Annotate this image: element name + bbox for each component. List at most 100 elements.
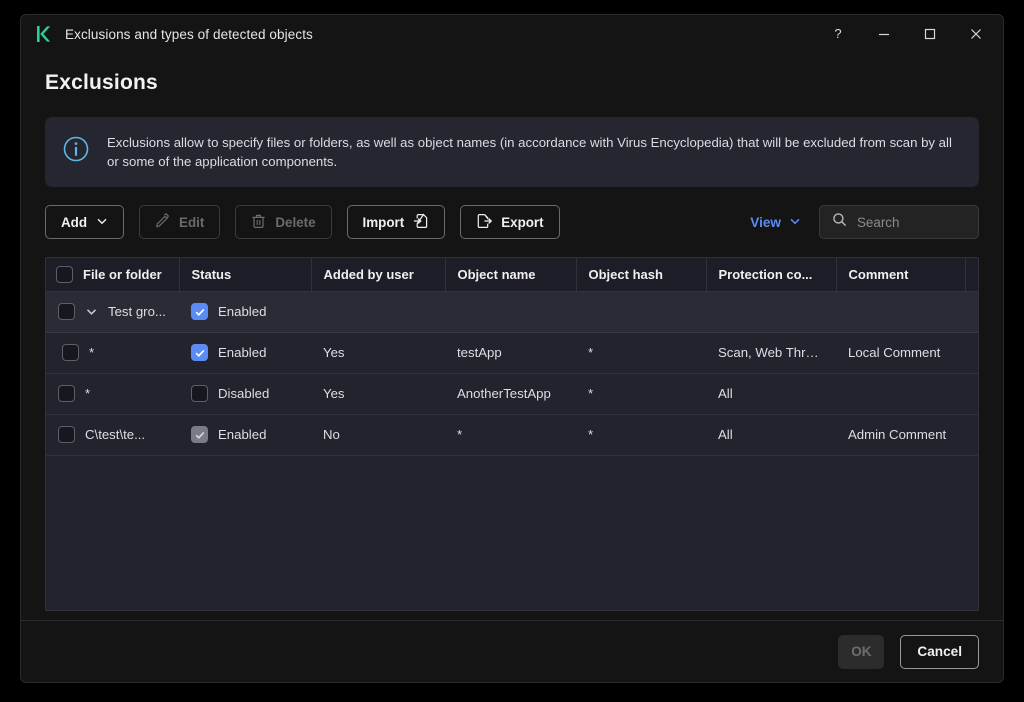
trash-icon (251, 213, 266, 232)
status-label: Enabled (218, 304, 266, 319)
maximize-icon[interactable] (907, 16, 953, 52)
cell-object-name: * (445, 414, 576, 455)
cell-text: * (85, 386, 90, 401)
cell-extra (965, 414, 979, 455)
cell-added-by-user (311, 291, 445, 332)
status-label: Enabled (218, 345, 266, 360)
chevron-down-icon (789, 215, 801, 230)
cell-comment (836, 291, 965, 332)
help-icon[interactable]: ? (815, 16, 861, 52)
exclusions-dialog: Exclusions and types of detected objects… (20, 14, 1004, 683)
status-checkbox[interactable] (191, 385, 208, 402)
view-dropdown[interactable]: View (750, 215, 801, 230)
view-dropdown-label: View (750, 215, 781, 230)
edit-button-label: Edit (179, 215, 204, 230)
chevron-down-icon[interactable] (85, 305, 98, 318)
cell-status: Disabled (179, 373, 311, 414)
import-button-label: Import (363, 215, 405, 230)
cell-object-name (445, 291, 576, 332)
search-box[interactable] (819, 205, 979, 239)
cell-extra (965, 291, 979, 332)
row-select-checkbox[interactable] (58, 426, 75, 443)
status-checkbox (191, 426, 208, 443)
cell-text: C\test\te... (85, 427, 145, 442)
cell-status: Enabled (179, 332, 311, 373)
svg-text:?: ? (834, 27, 841, 41)
cell-added-by-user: No (311, 414, 445, 455)
cell-comment: Local Comment (836, 332, 965, 373)
toolbar: Add Edit (45, 205, 979, 239)
export-icon (476, 213, 492, 232)
cell-object-hash: * (576, 414, 706, 455)
column-header-comment[interactable]: Comment (836, 258, 965, 291)
chevron-down-icon (96, 215, 108, 230)
row-select-checkbox[interactable] (58, 385, 75, 402)
row-select-checkbox[interactable] (58, 303, 75, 320)
column-header-added-by-user[interactable]: Added by user (311, 258, 445, 291)
title-bar: Exclusions and types of detected objects… (21, 15, 1003, 53)
column-label: File or folder (83, 267, 162, 282)
close-icon[interactable] (953, 16, 999, 52)
cell-object-name: AnotherTestApp (445, 373, 576, 414)
select-all-checkbox[interactable] (56, 266, 73, 283)
cell-object-hash: * (576, 332, 706, 373)
dialog-footer: OK Cancel (21, 620, 1003, 682)
kaspersky-k-logo-icon (33, 23, 55, 45)
search-input[interactable] (857, 215, 966, 230)
window-controls: ? (815, 15, 999, 53)
cell-file-or-folder: * (46, 332, 179, 373)
cell-protection-components: All (706, 414, 836, 455)
delete-button-label: Delete (275, 215, 315, 230)
add-button[interactable]: Add (45, 205, 124, 239)
row-select-checkbox[interactable] (62, 344, 79, 361)
table-row[interactable]: Test gro... Enabled (46, 291, 979, 332)
column-header-object-name[interactable]: Object name (445, 258, 576, 291)
delete-button[interactable]: Delete (235, 205, 331, 239)
cell-text: * (89, 345, 94, 360)
status-checkbox[interactable] (191, 344, 208, 361)
cell-file-or-folder: C\test\te... (46, 414, 179, 455)
status-checkbox[interactable] (191, 303, 208, 320)
cell-comment (836, 373, 965, 414)
column-header-protection-components[interactable]: Protection co... (706, 258, 836, 291)
table-header-row: File or folder Status Added by user Obje… (46, 258, 979, 291)
export-button[interactable]: Export (460, 205, 559, 239)
window-title: Exclusions and types of detected objects (65, 27, 313, 42)
cell-comment: Admin Comment (836, 414, 965, 455)
cell-status: Enabled (179, 414, 311, 455)
cell-protection-components: Scan, Web Threa... (706, 332, 836, 373)
info-banner-text: Exclusions allow to specify files or fol… (107, 133, 961, 171)
cell-object-hash (576, 291, 706, 332)
column-header-file-or-folder[interactable]: File or folder (46, 258, 179, 291)
cell-protection-components (706, 291, 836, 332)
cell-status: Enabled (179, 291, 311, 332)
table-row[interactable]: C\test\te... Enabled No (46, 414, 979, 455)
column-header-status[interactable]: Status (179, 258, 311, 291)
dialog-content: Exclusions Exclusions allow to specify f… (21, 53, 1003, 620)
status-label: Enabled (218, 427, 266, 442)
column-header-object-hash[interactable]: Object hash (576, 258, 706, 291)
cell-added-by-user: Yes (311, 373, 445, 414)
import-button[interactable]: Import (347, 205, 446, 239)
cancel-button[interactable]: Cancel (900, 635, 979, 669)
cell-file-or-folder: Test gro... (46, 291, 179, 332)
page-title: Exclusions (45, 71, 979, 95)
export-button-label: Export (501, 215, 543, 230)
ok-button[interactable]: OK (838, 635, 884, 669)
cell-object-hash: * (576, 373, 706, 414)
import-icon (413, 213, 429, 232)
column-header-extra[interactable] (965, 258, 979, 291)
table-row[interactable]: * Enabled Yes testApp (46, 332, 979, 373)
cell-object-name: testApp (445, 332, 576, 373)
cell-extra (965, 373, 979, 414)
table-row[interactable]: * Disabled Yes AnotherTestApp * All (46, 373, 979, 414)
search-icon (832, 212, 847, 232)
info-banner: Exclusions allow to specify files or fol… (45, 117, 979, 187)
edit-button[interactable]: Edit (139, 205, 220, 239)
minimize-icon[interactable] (861, 16, 907, 52)
cell-protection-components: All (706, 373, 836, 414)
exclusions-table: File or folder Status Added by user Obje… (45, 257, 979, 611)
info-circle-icon (61, 134, 93, 169)
cell-extra (965, 332, 979, 373)
cell-added-by-user: Yes (311, 332, 445, 373)
